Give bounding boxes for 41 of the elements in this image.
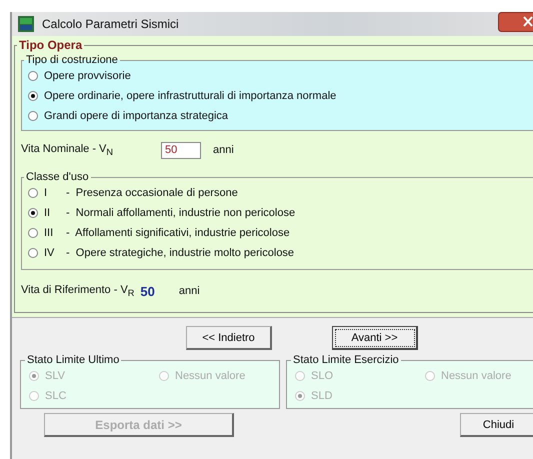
group-title: Classe d'uso xyxy=(25,171,90,183)
radio-button[interactable] xyxy=(28,71,38,81)
nav-button[interactable]: << Indietro xyxy=(186,326,272,350)
unit-label: anni xyxy=(178,285,200,297)
class-numeral: I xyxy=(44,187,48,199)
class-numeral: IV xyxy=(44,247,56,259)
section-title: Tipo Opera xyxy=(18,38,84,52)
option-label: SLD xyxy=(311,390,332,402)
option-label: - Opere strategiche, industrie molto pericolose xyxy=(66,247,294,259)
radio-button[interactable] xyxy=(28,188,38,198)
option-label: Nessun valore xyxy=(175,370,246,382)
radio-button[interactable] xyxy=(28,228,38,238)
option-label: Nessun valore xyxy=(441,370,512,382)
close-button[interactable]: Chiudi xyxy=(460,413,533,437)
field-label: Vita di Riferimento - V$_{R}$ xyxy=(21,284,134,298)
option-label: SLV xyxy=(45,370,65,382)
app-icon xyxy=(18,16,34,32)
unit-label: anni xyxy=(213,144,234,156)
radio-button[interactable] xyxy=(28,111,38,121)
option-label: SLC xyxy=(45,390,66,402)
radio-button[interactable] xyxy=(28,208,38,218)
option-label: Opere ordinarie, opere infrastrutturali di importanza normale xyxy=(44,90,336,102)
close-icon[interactable] xyxy=(498,12,533,32)
radio-button[interactable] xyxy=(28,248,38,258)
option-label: SLO xyxy=(311,370,334,382)
option-label: - Presenza occasionale di persone xyxy=(66,187,238,199)
window-title: Calcolo Parametri Sismici xyxy=(42,17,179,31)
input-field[interactable]: 50 xyxy=(161,142,201,158)
nav-button[interactable]: Avanti >> xyxy=(332,326,418,350)
group-title: Stato Limite Esercizio xyxy=(292,354,400,366)
group-title: Stato Limite Ultimo xyxy=(26,354,120,366)
option-label: - Normali affollamenti, industrie non pericolose xyxy=(66,207,296,219)
option-label: - Affollamenti significativi, industrie pericolose xyxy=(66,227,290,239)
option-label: Opere provvisorie xyxy=(44,70,131,82)
class-numeral: II xyxy=(44,207,52,219)
radio-button[interactable] xyxy=(28,91,38,101)
value-text: 50 xyxy=(140,284,155,298)
class-numeral: III xyxy=(44,227,54,239)
option-label: Grandi opere di importanza strategica xyxy=(44,110,228,122)
field-label: Vita Nominale - V$_{N}$ xyxy=(21,142,114,158)
group-title: Tipo di costruzione xyxy=(25,54,119,66)
